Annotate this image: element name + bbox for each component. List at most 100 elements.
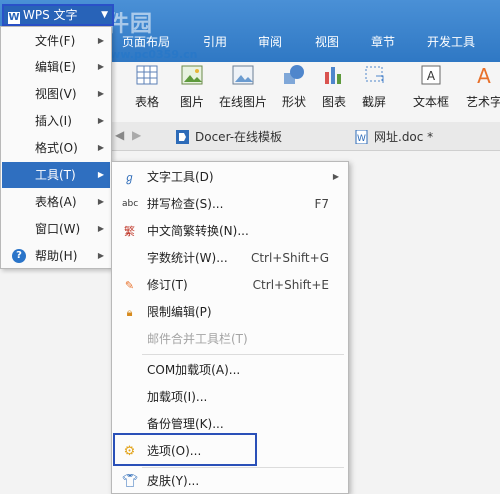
docer-icon bbox=[176, 130, 189, 144]
tab-chapter[interactable]: 章节 bbox=[371, 33, 395, 50]
svg-text:A: A bbox=[427, 69, 436, 83]
wordart-icon: A bbox=[477, 64, 491, 88]
ribbon-label: 图片 bbox=[179, 95, 204, 109]
chevron-right-icon: ▶ bbox=[97, 143, 104, 152]
doc-tab-docer[interactable]: Docer-在线模板 bbox=[173, 125, 282, 149]
submenu-track-changes[interactable]: ✎ 修订(T) Ctrl+Shift+E bbox=[113, 272, 347, 298]
svg-text:A: A bbox=[477, 64, 491, 86]
screenshot-icon bbox=[365, 66, 384, 83]
ribbon-label: 艺术字 bbox=[465, 95, 500, 109]
chevron-right-icon: ▶ bbox=[97, 89, 104, 98]
menu-item-label: 格式(O) bbox=[35, 141, 78, 155]
ribbon-screenshot-button[interactable]: 截屏 bbox=[354, 62, 394, 110]
menu-item-label: 窗口(W) bbox=[35, 222, 81, 236]
shortcut-label: F7 bbox=[314, 197, 329, 211]
text-tools-icon: ℊ bbox=[124, 171, 135, 184]
online-picture-icon bbox=[232, 65, 254, 85]
shirt-icon: 👕︎ bbox=[122, 474, 139, 489]
chevron-right-icon: ▶ bbox=[97, 197, 104, 206]
submenu-label: COM加载项(A)... bbox=[147, 363, 241, 377]
submenu-label: 邮件合并工具栏(T) bbox=[147, 332, 248, 346]
menu-item-file[interactable]: 文件(F) ▶ bbox=[2, 28, 110, 54]
wps-logo-icon: W bbox=[8, 12, 20, 24]
submenu-label: 字数统计(W)... bbox=[147, 251, 228, 265]
submenu-word-count[interactable]: 字数统计(W)... Ctrl+Shift+G bbox=[113, 245, 347, 271]
menu-item-label: 工具(T) bbox=[35, 168, 76, 182]
submenu-label: 皮肤(Y)... bbox=[147, 474, 200, 488]
menu-item-format[interactable]: 格式(O) ▶ bbox=[2, 135, 110, 161]
chevron-right-icon: ▶ bbox=[332, 172, 339, 181]
tab-developer-tools[interactable]: 开发工具 bbox=[427, 33, 475, 50]
chevron-right-icon: ▶ bbox=[97, 116, 104, 125]
menu-item-insert[interactable]: 插入(I) ▶ bbox=[2, 108, 110, 134]
picture-icon bbox=[181, 65, 203, 85]
ribbon-label: 文本框 bbox=[412, 95, 449, 109]
chevron-down-icon: ▼ bbox=[101, 10, 108, 20]
tab-references[interactable]: 引用 bbox=[203, 33, 227, 50]
menu-item-view[interactable]: 视图(V) ▶ bbox=[2, 81, 110, 107]
ribbon-picture-button[interactable]: 图片 bbox=[172, 62, 212, 110]
back-arrow-icon[interactable]: ◀ bbox=[115, 128, 124, 142]
forward-arrow-icon[interactable]: ▶ bbox=[132, 128, 141, 142]
submenu-text-tools[interactable]: ℊ 文字工具(D) ▶ bbox=[113, 164, 347, 190]
track-changes-icon: ✎ bbox=[124, 279, 135, 292]
textbox-icon: A bbox=[421, 65, 441, 85]
menu-separator bbox=[142, 354, 344, 355]
submenu-label: 文字工具(D) bbox=[147, 170, 214, 184]
chevron-right-icon: ▶ bbox=[97, 62, 104, 71]
ribbon-label: 表格 bbox=[134, 95, 159, 109]
chevron-right-icon: ▶ bbox=[97, 170, 104, 179]
menu-item-label: 编辑(E) bbox=[35, 60, 76, 74]
submenu-com-addins[interactable]: COM加载项(A)... bbox=[113, 357, 347, 383]
conversion-icon: 繁 bbox=[124, 225, 135, 238]
doc-tab-url-doc[interactable]: W 网址.doc * bbox=[352, 125, 433, 149]
menu-item-tools[interactable]: 工具(T) ▶ bbox=[2, 162, 110, 188]
ribbon-label: 截屏 bbox=[361, 95, 386, 109]
ribbon-chart-button[interactable]: 图表 bbox=[318, 62, 350, 110]
submenu-label: 备份管理(K)... bbox=[147, 417, 224, 431]
doc-tab-label: 网址.doc * bbox=[374, 130, 434, 144]
chevron-right-icon: ▶ bbox=[97, 251, 104, 260]
ribbon-online-picture-button[interactable]: 在线图片 bbox=[218, 62, 268, 110]
ribbon-wordart-button[interactable]: A 艺术字 bbox=[462, 62, 500, 110]
ribbon-textbox-button[interactable]: A 文本框 bbox=[408, 62, 454, 110]
options-highlight-box bbox=[113, 433, 257, 466]
menu-item-window[interactable]: 窗口(W) ▶ bbox=[2, 216, 110, 242]
ribbon-table-button[interactable]: 表格 bbox=[130, 62, 164, 110]
table-icon bbox=[136, 65, 158, 85]
ribbon-label: 在线图片 bbox=[218, 95, 267, 109]
submenu-mail-merge-toolbar: 邮件合并工具栏(T) bbox=[113, 326, 347, 352]
submenu-spell-check[interactable]: abc 拼写检查(S)... F7 bbox=[113, 191, 347, 217]
help-icon: ? bbox=[12, 249, 26, 263]
chevron-right-icon: ▶ bbox=[97, 36, 104, 45]
tab-review[interactable]: 审阅 bbox=[258, 33, 282, 50]
chart-icon bbox=[325, 67, 341, 84]
menu-item-edit[interactable]: 编辑(E) ▶ bbox=[2, 54, 110, 80]
submenu-label: 加载项(I)... bbox=[147, 390, 208, 404]
submenu-label: 修订(T) bbox=[147, 278, 188, 292]
app-title: WPS 文字 bbox=[23, 8, 78, 22]
submenu-skin[interactable]: 👕︎ 皮肤(Y)... bbox=[113, 468, 347, 494]
main-menu: 文件(F) ▶ 编辑(E) ▶ 视图(V) ▶ 插入(I) ▶ 格式(O) ▶ 工具(T)… bbox=[0, 26, 112, 269]
ribbon-label: 形状 bbox=[281, 95, 306, 109]
submenu-label: 限制编辑(P) bbox=[147, 305, 212, 319]
menu-item-table[interactable]: 表格(A) ▶ bbox=[2, 189, 110, 215]
document-icon: W bbox=[355, 130, 368, 144]
shortcut-label: Ctrl+Shift+G bbox=[250, 251, 329, 265]
tab-view[interactable]: 视图 bbox=[315, 33, 339, 50]
submenu-chinese-conversion[interactable]: 繁 中文简繁转换(N)... bbox=[113, 218, 347, 244]
menu-item-help[interactable]: ? 帮助(H) ▶ bbox=[2, 243, 110, 269]
submenu-addins[interactable]: 加载项(I)... bbox=[113, 384, 347, 410]
ribbon-shape-button[interactable]: 形状 bbox=[276, 62, 312, 110]
submenu-restrict-editing[interactable]: 🔒︎ 限制编辑(P) bbox=[113, 299, 347, 325]
menu-item-label: 帮助(H) bbox=[35, 249, 78, 263]
menu-item-label: 插入(I) bbox=[35, 114, 72, 128]
shortcut-label: Ctrl+Shift+E bbox=[252, 278, 329, 292]
menu-item-label: 视图(V) bbox=[35, 87, 77, 101]
tab-page-layout[interactable]: 页面布局 bbox=[122, 33, 170, 50]
submenu-label: 中文简繁转换(N)... bbox=[147, 224, 249, 238]
lock-icon: 🔒︎ bbox=[126, 306, 133, 319]
wps-app-button[interactable]: W WPS 文字 ▼ bbox=[2, 4, 114, 26]
menu-item-label: 表格(A) bbox=[35, 195, 77, 209]
submenu-label: 拼写检查(S)... bbox=[147, 197, 224, 211]
